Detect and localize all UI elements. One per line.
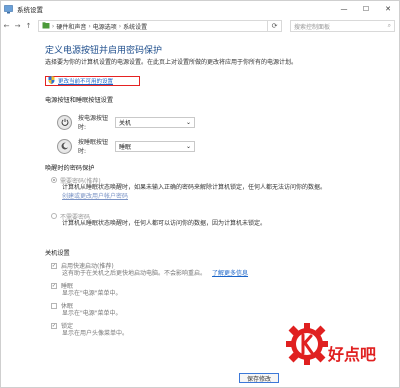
close-button[interactable]: ✕: [377, 1, 399, 17]
power-button-label: 按电源按钮时:: [78, 115, 109, 131]
system-settings-window: 系统设置 — ☐ ✕ ← → ↑ › 硬件和声音 › 电源选项 › 系统设置 ⟳…: [0, 0, 400, 388]
create-password-link[interactable]: 创建或更改用户帐户密码: [62, 193, 128, 201]
lock-label: 锁定: [61, 323, 74, 330]
fast-startup-description-row: 这有助于在关机之后更快地启动电脑。不会影响重启。 了解更多信息: [62, 270, 382, 278]
sleep-button-label: 按睡眠按钮时:: [78, 139, 109, 155]
hibernate-label: 休眠: [61, 303, 74, 310]
forward-arrow-icon[interactable]: →: [12, 20, 23, 32]
window-title: 系统设置: [17, 6, 43, 14]
hibernate-description: 显示在"电源"菜单中。: [62, 310, 122, 317]
change-unavailable-settings-link[interactable]: 更改当前不可用的设置: [45, 76, 140, 86]
address-box[interactable]: › 硬件和声音 › 电源选项 › 系统设置: [38, 20, 268, 32]
hibernate-option[interactable]: 休眠: [51, 301, 73, 310]
require-password-description: 计算机从睡眠状态唤醒时，如果未输入正确的密码来解除计算机锁定，任何人都无法访问你…: [62, 184, 327, 191]
sleep-option[interactable]: ✓ 睡眠: [51, 281, 73, 290]
checkbox-checked[interactable]: ✓: [51, 262, 57, 269]
refresh-icon[interactable]: ⟳: [268, 20, 282, 32]
checkbox-checked[interactable]: ✓: [51, 322, 57, 329]
breadcrumb-separator-icon: ›: [118, 22, 122, 30]
search-placeholder: 搜索控制面板: [294, 23, 331, 31]
fast-startup-label: 启用快速启动(推荐): [61, 263, 114, 270]
checkbox-checked[interactable]: ✓: [51, 282, 57, 289]
power-icon: [57, 114, 72, 130]
minimize-button[interactable]: —: [333, 1, 355, 17]
checkbox[interactable]: [51, 302, 57, 309]
shutdown-section-title: 关机设置: [45, 250, 70, 257]
power-button-section-title: 电源按钮和睡眠按钮设置: [45, 97, 114, 104]
search-input[interactable]: 搜索控制面板 ⌕: [290, 20, 395, 32]
power-button-action-select[interactable]: 关机 ⌄: [115, 116, 195, 128]
watermark-text: 好点吧: [328, 345, 377, 364]
chevron-down-icon: ⌄: [185, 118, 191, 126]
change-link-label: 更改当前不可用的设置: [58, 79, 114, 85]
sleep-button-action-value: 睡眠: [119, 143, 132, 151]
folder-icon: [42, 21, 50, 31]
sleep-description: 显示在"电源"菜单中。: [62, 290, 122, 297]
save-changes-button[interactable]: 保存修改: [239, 373, 279, 383]
breadcrumb-hardware[interactable]: 硬件和声音: [56, 22, 86, 31]
no-password-description: 计算机从睡眠状态唤醒时，任何人都可以访问你的数据，因为计算机未锁定。: [62, 220, 267, 227]
page-description: 选择要为你的计算机设置的电源设置。在此页上对设置所做的更改将应用于你所有的电源计…: [45, 59, 298, 66]
wake-password-section-title: 唤醒时的密码保护: [45, 165, 95, 172]
search-icon: ⌕: [387, 22, 391, 29]
page-title: 定义电源按钮并启用密码保护: [45, 46, 163, 56]
main-content: 定义电源按钮并启用密码保护 选择要为你的计算机设置的电源设置。在此页上对设置所做…: [45, 43, 391, 337]
title-bar: 系统设置 — ☐ ✕: [1, 1, 399, 17]
sleep-label: 睡眠: [61, 283, 74, 290]
breadcrumb-system-settings[interactable]: 系统设置: [123, 22, 147, 31]
breadcrumb-separator-icon: ›: [50, 22, 55, 30]
control-panel-icon: [4, 4, 13, 14]
moon-icon: [57, 138, 72, 154]
lock-description: 显示在用户头像菜单中。: [62, 330, 129, 337]
breadcrumb-power-options[interactable]: 电源选项: [93, 22, 117, 31]
maximize-button[interactable]: ☐: [355, 1, 377, 17]
breadcrumb-separator-icon: ›: [88, 22, 91, 30]
power-button-row: 按电源按钮时: 关机 ⌄: [57, 113, 195, 131]
up-arrow-icon[interactable]: ↑: [23, 20, 34, 32]
chevron-down-icon: ⌄: [185, 142, 191, 150]
fast-startup-description: 这有助于在关机之后更快地启动电脑。不会影响重启。: [62, 270, 207, 277]
radio-button-checked[interactable]: [51, 177, 57, 183]
watermark-logo: [284, 321, 330, 367]
radio-button[interactable]: [51, 213, 57, 219]
sleep-button-action-select[interactable]: 睡眠 ⌄: [115, 140, 195, 152]
back-arrow-icon[interactable]: ←: [1, 20, 12, 32]
power-button-action-value: 关机: [119, 119, 132, 127]
shield-icon: [48, 76, 55, 86]
sleep-button-row: 按睡眠按钮时: 睡眠 ⌄: [57, 137, 195, 155]
learn-more-link[interactable]: 了解更多信息: [212, 270, 248, 278]
address-toolbar: ← → ↑ › 硬件和声音 › 电源选项 › 系统设置 ⟳ 搜索控制面板 ⌕: [1, 18, 399, 34]
lock-option[interactable]: ✓ 锁定: [51, 321, 73, 330]
fast-startup-option[interactable]: ✓ 启用快速启动(推荐): [51, 261, 114, 270]
